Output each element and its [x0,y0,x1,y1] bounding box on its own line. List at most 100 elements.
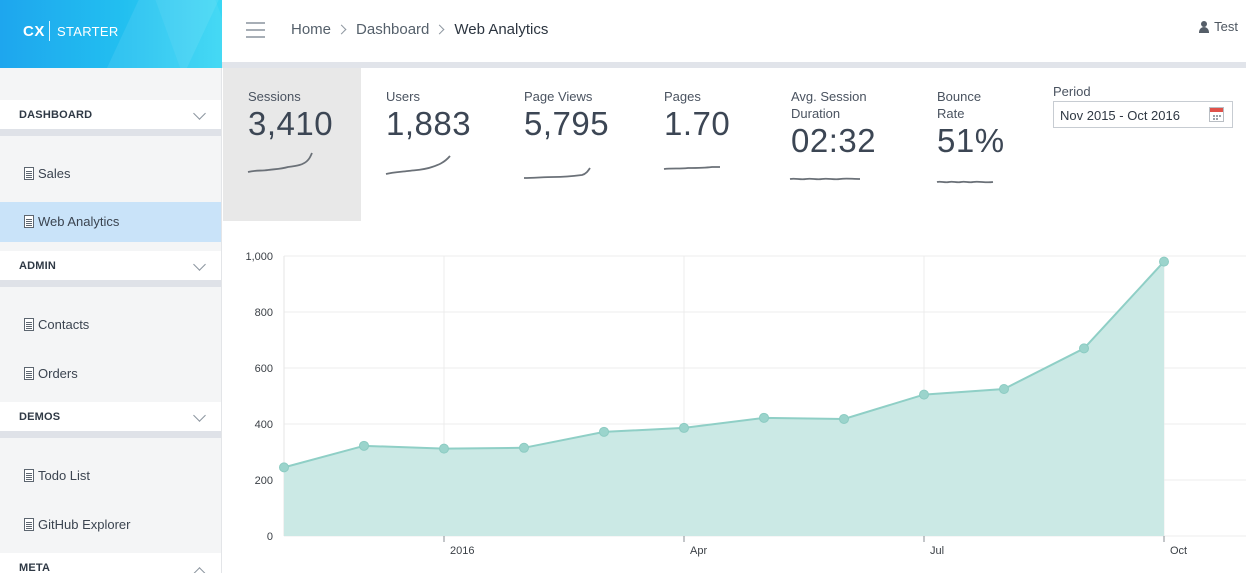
sessions-area [284,261,1164,536]
user-icon [1199,20,1210,33]
period-label: Period [1053,84,1091,99]
document-icon [24,367,34,380]
document-icon [24,215,34,228]
chevron-down-icon [193,258,206,271]
kpi-avg-session-duration[interactable]: Avg. Session Duration 02:32 [791,88,881,160]
sidebar-item-label: Contacts [38,317,90,332]
y-tick-label: 800 [255,307,273,319]
data-point [679,422,689,433]
kpi-value: 51% [937,122,1005,159]
data-point [1079,343,1089,354]
document-icon [24,167,34,180]
users-sparkline [385,155,451,175]
user-menu[interactable]: Test [1199,19,1238,34]
breadcrumb: Home Dashboard Web Analytics [291,21,548,38]
kpi-value: 1.70 [664,105,731,142]
user-name: Test [1214,19,1238,34]
sidebar-item-label: Web Analytics [38,214,120,229]
data-point [359,440,369,451]
kpi-label: Pages [664,89,701,104]
y-tick-label: 600 [255,363,273,375]
sidebar-item-orders[interactable]: Orders [0,354,221,394]
chevron-down-icon [193,107,206,120]
kpi-label: Bounce Rate [937,89,982,121]
period-input[interactable]: Nov 2015 - Oct 2016 [1053,101,1233,128]
x-tick-label: Apr [690,545,707,557]
chevron-down-icon [193,409,206,422]
sidebar-section-dashboard[interactable]: DASHBOARD [0,100,221,136]
document-icon [24,318,34,331]
data-point [839,413,849,424]
data-point [439,443,449,454]
kpi-value: 3,410 [248,105,334,142]
avg-session-duration-sparkline [789,177,861,181]
brand-divider [49,21,50,41]
period-value: Nov 2015 - Oct 2016 [1060,108,1180,123]
section-label: ADMIN [19,260,57,272]
brand-logo[interactable]: CX STARTER [0,0,222,68]
section-label: META [19,562,51,573]
sidebar: DASHBOARD Sales Web Analytics ADMIN Cont… [0,68,222,573]
x-tick-label: Jul [930,545,944,557]
x-tick-label: 2016 [450,545,474,557]
bounce-rate-sparkline [936,180,994,184]
kpi-label: Avg. Session Duration [791,89,867,121]
sidebar-section-demos[interactable]: DEMOS [0,402,221,438]
y-tick-label: 0 [267,531,273,543]
sessions-chart: 0 200 400 600 800 1,000 2016 Apr Jul Oct [223,221,1246,573]
data-point [279,462,289,473]
sidebar-item-label: GitHub Explorer [38,517,131,532]
page-views-sparkline [523,167,591,179]
breadcrumb-current: Web Analytics [454,21,549,38]
data-point [519,442,529,453]
y-tick-label: 1,000 [245,251,273,263]
sidebar-item-github-explorer[interactable]: GitHub Explorer [0,505,221,545]
period-picker: Period Nov 2015 - Oct 2016 [1053,84,1233,128]
y-tick-label: 200 [255,475,273,487]
data-point [1159,256,1169,267]
kpi-value: 5,795 [524,105,610,142]
pages-sparkline [663,166,720,170]
data-point [999,384,1009,394]
breadcrumb-home[interactable]: Home [291,21,331,38]
sessions-chart-svg: 0 200 400 600 800 1,000 2016 Apr Jul Oct [245,251,1246,557]
data-point [919,389,929,400]
kpi-value: 1,883 [386,105,472,142]
sidebar-item-label: Orders [38,366,78,381]
kpi-pages[interactable]: Pages 1.70 [664,88,730,143]
chevron-up-icon [193,567,206,573]
y-tick-label: 400 [255,419,273,431]
top-bar: Home Dashboard Web Analytics Test [222,0,1246,68]
calendar-icon[interactable] [1209,107,1224,122]
kpi-value: 02:32 [791,122,877,159]
sidebar-item-todo-list[interactable]: Todo List [0,456,221,496]
kpi-label: Page Views [524,89,593,104]
data-point [759,412,769,423]
sidebar-section-admin[interactable]: ADMIN [0,251,221,287]
sessions-sparkline [247,152,313,173]
sidebar-item-sales[interactable]: Sales [0,154,221,194]
kpi-sessions[interactable]: Sessions 3,410 [248,88,333,143]
x-tick-label: Oct [1170,545,1187,557]
document-icon [24,518,34,531]
sidebar-item-label: Sales [38,166,71,181]
kpi-users[interactable]: Users 1,883 [386,88,471,143]
kpi-page-views[interactable]: Page Views 5,795 [524,88,609,143]
sidebar-item-web-analytics[interactable]: Web Analytics [0,202,221,242]
brand-short: CX [23,23,45,40]
menu-toggle-icon[interactable] [246,22,265,38]
kpi-label: Sessions [248,89,301,104]
brand-name: STARTER [57,24,119,39]
sidebar-item-contacts[interactable]: Contacts [0,305,221,345]
data-point [599,426,609,437]
breadcrumb-dashboard[interactable]: Dashboard [356,21,429,38]
section-label: DASHBOARD [19,109,93,121]
chevron-right-icon [336,24,347,35]
chevron-right-icon [434,24,445,35]
sidebar-section-meta[interactable]: META [0,553,221,573]
section-label: DEMOS [19,411,61,423]
sidebar-item-label: Todo List [38,468,91,483]
document-icon [24,469,34,482]
kpi-label: Users [386,89,420,104]
kpi-bounce-rate[interactable]: Bounce Rate 51% [937,88,1005,160]
